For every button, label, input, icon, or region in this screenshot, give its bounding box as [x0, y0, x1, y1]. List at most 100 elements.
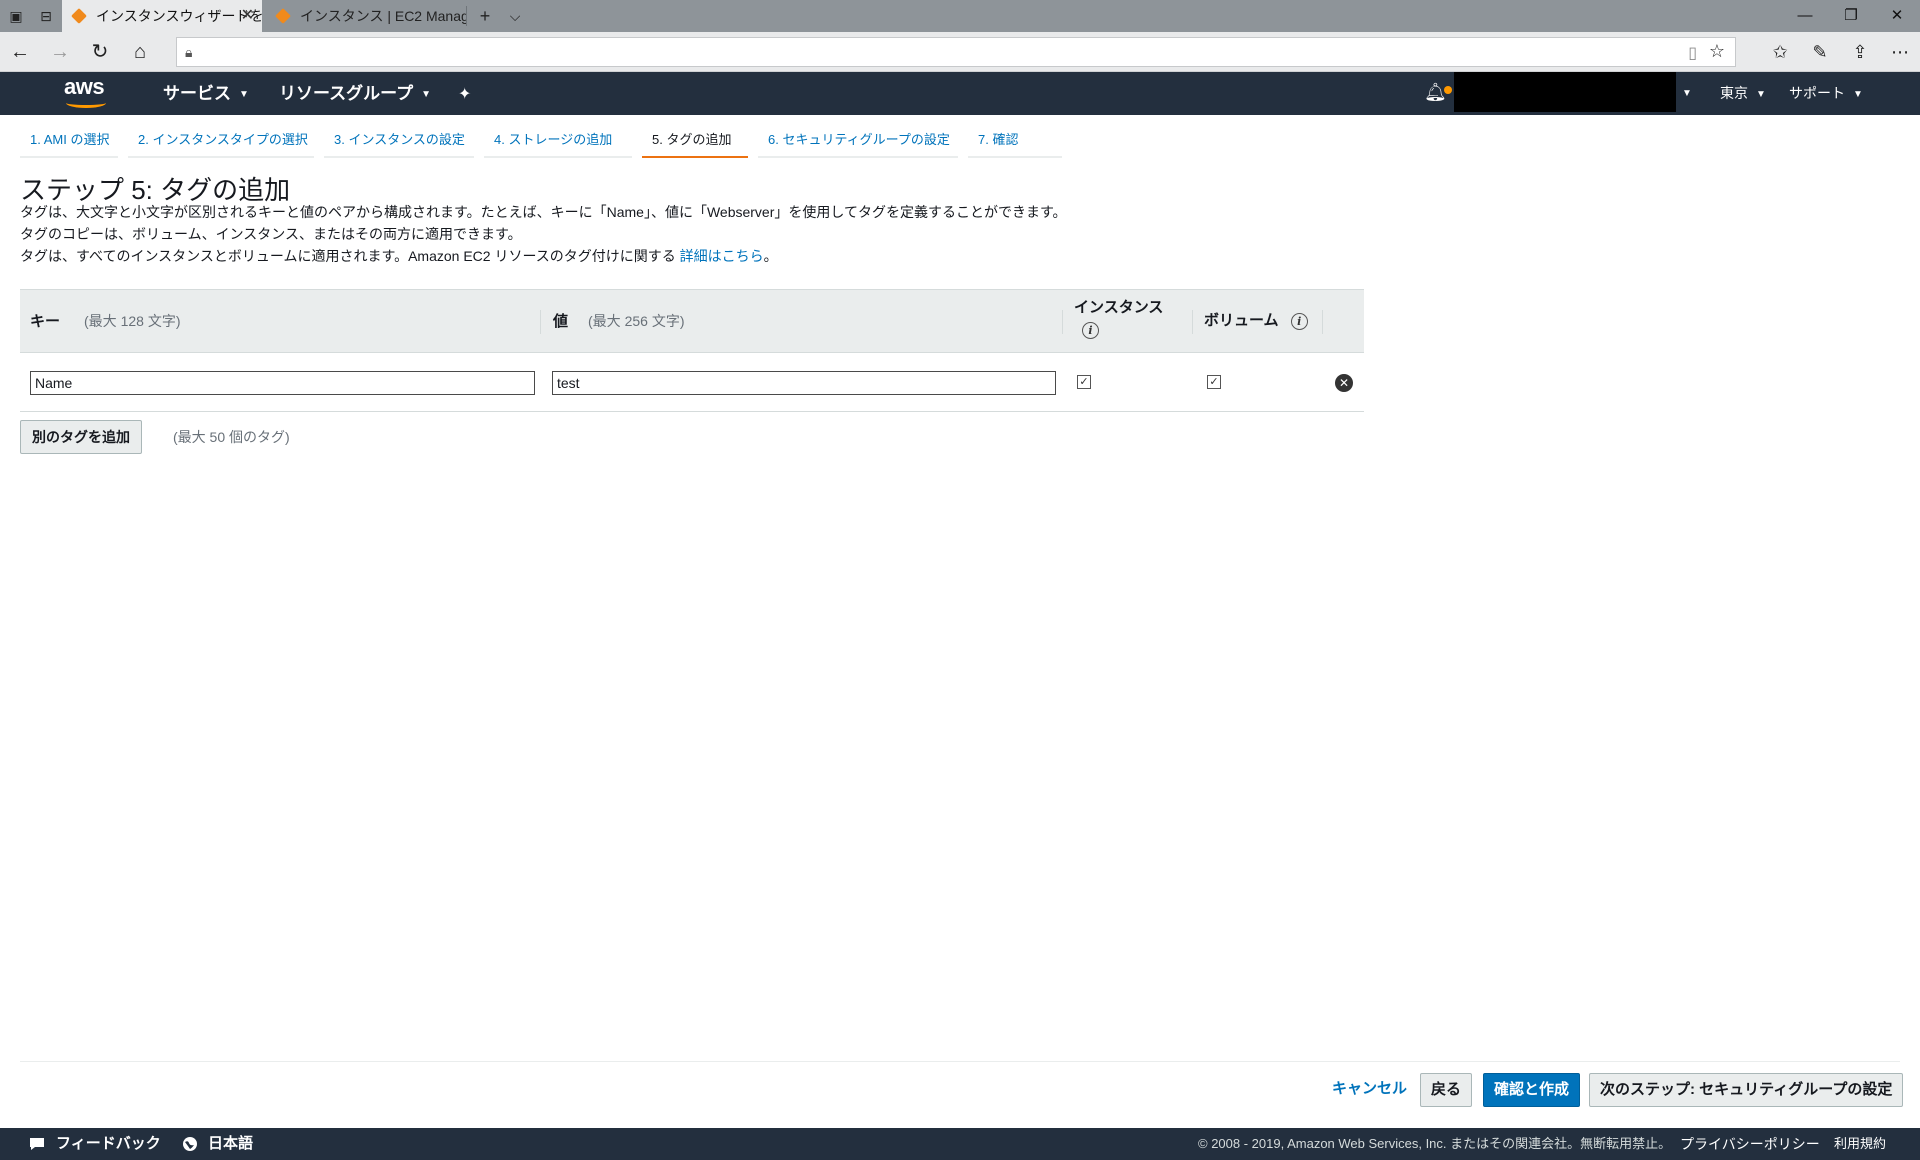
language-selector[interactable]: 日本語 [208, 1128, 253, 1160]
pin-icon[interactable]: ✦ [458, 84, 471, 104]
column-key-label: キー [30, 313, 61, 330]
window-close-icon[interactable]: ✕ [1874, 0, 1920, 32]
step-add-storage[interactable]: 4. ストレージの追加 [484, 128, 632, 158]
cancel-button[interactable]: キャンセル [1322, 1073, 1417, 1107]
aws-console-header: aws サービス ▼ リソースグループ ▼ ✦ 🔔︎ ▼ 東京 ▼ サポート ▼ [0, 72, 1920, 115]
reading-view-icon[interactable]: ▯ [1688, 43, 1697, 63]
resource-groups-label: リソースグループ [279, 84, 414, 103]
restore-icon[interactable]: ❐ [1828, 0, 1874, 32]
aws-logo-text: aws [64, 74, 105, 99]
step-configure-instance[interactable]: 3. インスタンスの設定 [324, 128, 474, 158]
favorite-star-icon[interactable]: ☆ [1709, 41, 1725, 62]
bell-icon[interactable]: 🔔︎ [1424, 82, 1447, 103]
aws-favicon-icon [275, 8, 291, 24]
terms-link[interactable]: 利用規約 [1834, 1128, 1886, 1160]
lock-icon: 🔒︎ [185, 44, 193, 60]
resource-groups-menu[interactable]: リソースグループ ▼ [279, 72, 431, 115]
favorites-list-icon[interactable]: ✩ [1760, 32, 1800, 72]
column-value-hint: (最大 256 文字) [588, 313, 685, 329]
chevron-down-icon: ▼ [421, 89, 432, 101]
refresh-icon[interactable]: ↻ [80, 32, 120, 72]
volume-checkbox[interactable]: ✓ [1207, 375, 1221, 389]
tab-label: インスタンスウィザードを起動 [96, 8, 262, 24]
copyright-text: © 2008 - 2019, Amazon Web Services, Inc.… [1198, 1136, 1672, 1151]
description-line-3: タグは、すべてのインスタンスとボリュームに適用されます。Amazon EC2 リ… [20, 246, 778, 266]
console-footer: フィードバック 日本語 © 2008 - 2019, Amazon Web Se… [0, 1128, 1920, 1160]
step-choose-instance-type[interactable]: 2. インスタンスタイプの選択 [128, 128, 314, 158]
tab-preview-chevron-icon[interactable]: ⌵ [500, 0, 530, 32]
support-label: サポート [1789, 85, 1845, 101]
step-choose-ami[interactable]: 1. AMI の選択 [20, 128, 118, 158]
add-another-tag-button[interactable]: 別のタグを追加 [20, 420, 142, 454]
region-menu[interactable]: 東京 ▼ [1720, 72, 1766, 115]
feedback-link[interactable]: フィードバック [56, 1128, 161, 1160]
chevron-down-icon: ▼ [1853, 88, 1863, 100]
column-volume-label: ボリューム [1204, 312, 1279, 329]
chevron-down-icon: ▼ [1756, 88, 1766, 100]
tag-table-header: キー (最大 128 文字) 値 (最大 256 文字) インスタンス i ボリュー… [20, 289, 1364, 353]
url-input[interactable]: 🔒︎ ▯ ☆ [176, 37, 1736, 67]
back-arrow-icon[interactable]: ← [0, 32, 40, 72]
column-instance-label: インスタンス [1074, 299, 1164, 316]
chevron-down-icon: ▼ [239, 89, 249, 101]
support-menu[interactable]: サポート ▼ [1789, 72, 1863, 115]
description-line-1: タグは、大文字と小文字が区別されるキーと値のペアから構成されます。たとえば、キー… [20, 204, 1067, 220]
remove-tag-icon[interactable]: ✕ [1335, 374, 1353, 392]
tab-manager-icon[interactable]: ▣ [8, 8, 24, 24]
description-line-2: タグのコピーは、ボリューム、インスタンス、またはその両方に適用できます。 [20, 226, 522, 242]
instance-checkbox[interactable]: ✓ [1077, 375, 1091, 389]
notification-dot [1444, 86, 1452, 94]
aws-logo[interactable]: aws [64, 76, 108, 110]
column-divider [1322, 310, 1323, 334]
review-and-launch-button[interactable]: 確認と作成 [1483, 1073, 1581, 1107]
home-icon[interactable]: ⌂ [120, 32, 160, 72]
action-bar-divider [20, 1061, 1900, 1062]
services-menu[interactable]: サービス ▼ [163, 72, 249, 115]
set-aside-tabs-icon[interactable]: ⊟ [38, 8, 54, 24]
info-icon[interactable]: i [1290, 312, 1308, 330]
next-step-button[interactable]: 次のステップ: セキュリティグループの設定 [1589, 1073, 1904, 1107]
browser-addressbar: ← → ↻ ⌂ 🔒︎ ▯ ☆ ✩ ✎ ⇪ ⋯ [0, 32, 1920, 72]
minimize-icon[interactable]: — [1782, 0, 1828, 32]
column-header-key: キー (最大 128 文字) [30, 290, 180, 354]
column-header-volume: ボリューム i [1204, 290, 1308, 354]
account-menu-redacted[interactable] [1454, 72, 1676, 112]
chevron-down-icon[interactable]: ▼ [1682, 72, 1692, 115]
forward-arrow-icon[interactable]: → [40, 32, 80, 72]
new-tab-icon[interactable]: + [470, 0, 500, 32]
info-icon[interactable]: i [1082, 322, 1099, 339]
more-menu-icon[interactable]: ⋯ [1880, 32, 1920, 72]
web-note-pen-icon[interactable]: ✎ [1800, 32, 1840, 72]
feedback-icon [30, 1138, 44, 1150]
share-icon[interactable]: ⇪ [1840, 32, 1880, 72]
globe-icon [183, 1137, 197, 1151]
learn-more-link[interactable]: 詳細はこちら [680, 248, 764, 264]
tab-label: インスタンス | EC2 Manageme [300, 8, 466, 24]
tab-ec2-instances[interactable]: インスタンス | EC2 Manageme [266, 0, 466, 32]
services-label: サービス [163, 84, 231, 103]
tab-divider [466, 6, 467, 26]
aws-favicon-icon [71, 8, 87, 24]
back-button[interactable]: 戻る [1420, 1073, 1473, 1107]
privacy-policy-link[interactable]: プライバシーポリシー [1680, 1128, 1820, 1160]
tag-value-input[interactable] [552, 371, 1056, 395]
max-tags-hint: (最大 50 個のタグ) [173, 429, 290, 445]
column-header-value: 値 (最大 256 文字) [553, 290, 684, 354]
column-value-label: 値 [553, 313, 569, 330]
step-add-tags[interactable]: 5. タグの追加 [642, 128, 748, 158]
column-key-hint: (最大 128 文字) [84, 313, 181, 329]
column-divider [1192, 310, 1193, 334]
step-configure-security-group[interactable]: 6. セキュリティグループの設定 [758, 128, 958, 158]
aws-logo-smile [66, 98, 106, 108]
description-text: タグは、すべてのインスタンスとボリュームに適用されます。Amazon EC2 リ… [20, 248, 676, 264]
table-row: ✓ ✓ ✕ [20, 353, 1364, 412]
description-end: 。 [763, 248, 778, 264]
tag-key-input[interactable] [30, 371, 535, 395]
close-tab-icon[interactable]: ✕ [241, 0, 254, 32]
step-review[interactable]: 7. 確認 [968, 128, 1062, 158]
region-label: 東京 [1720, 85, 1748, 101]
tab-launch-wizard[interactable]: インスタンスウィザードを起動 ✕ [62, 0, 262, 32]
column-divider [1062, 310, 1063, 334]
browser-tabbar: ▣ ⊟ インスタンスウィザードを起動 ✕ インスタンス | EC2 Manage… [0, 0, 1920, 32]
column-header-instance: インスタンス i [1074, 298, 1163, 346]
